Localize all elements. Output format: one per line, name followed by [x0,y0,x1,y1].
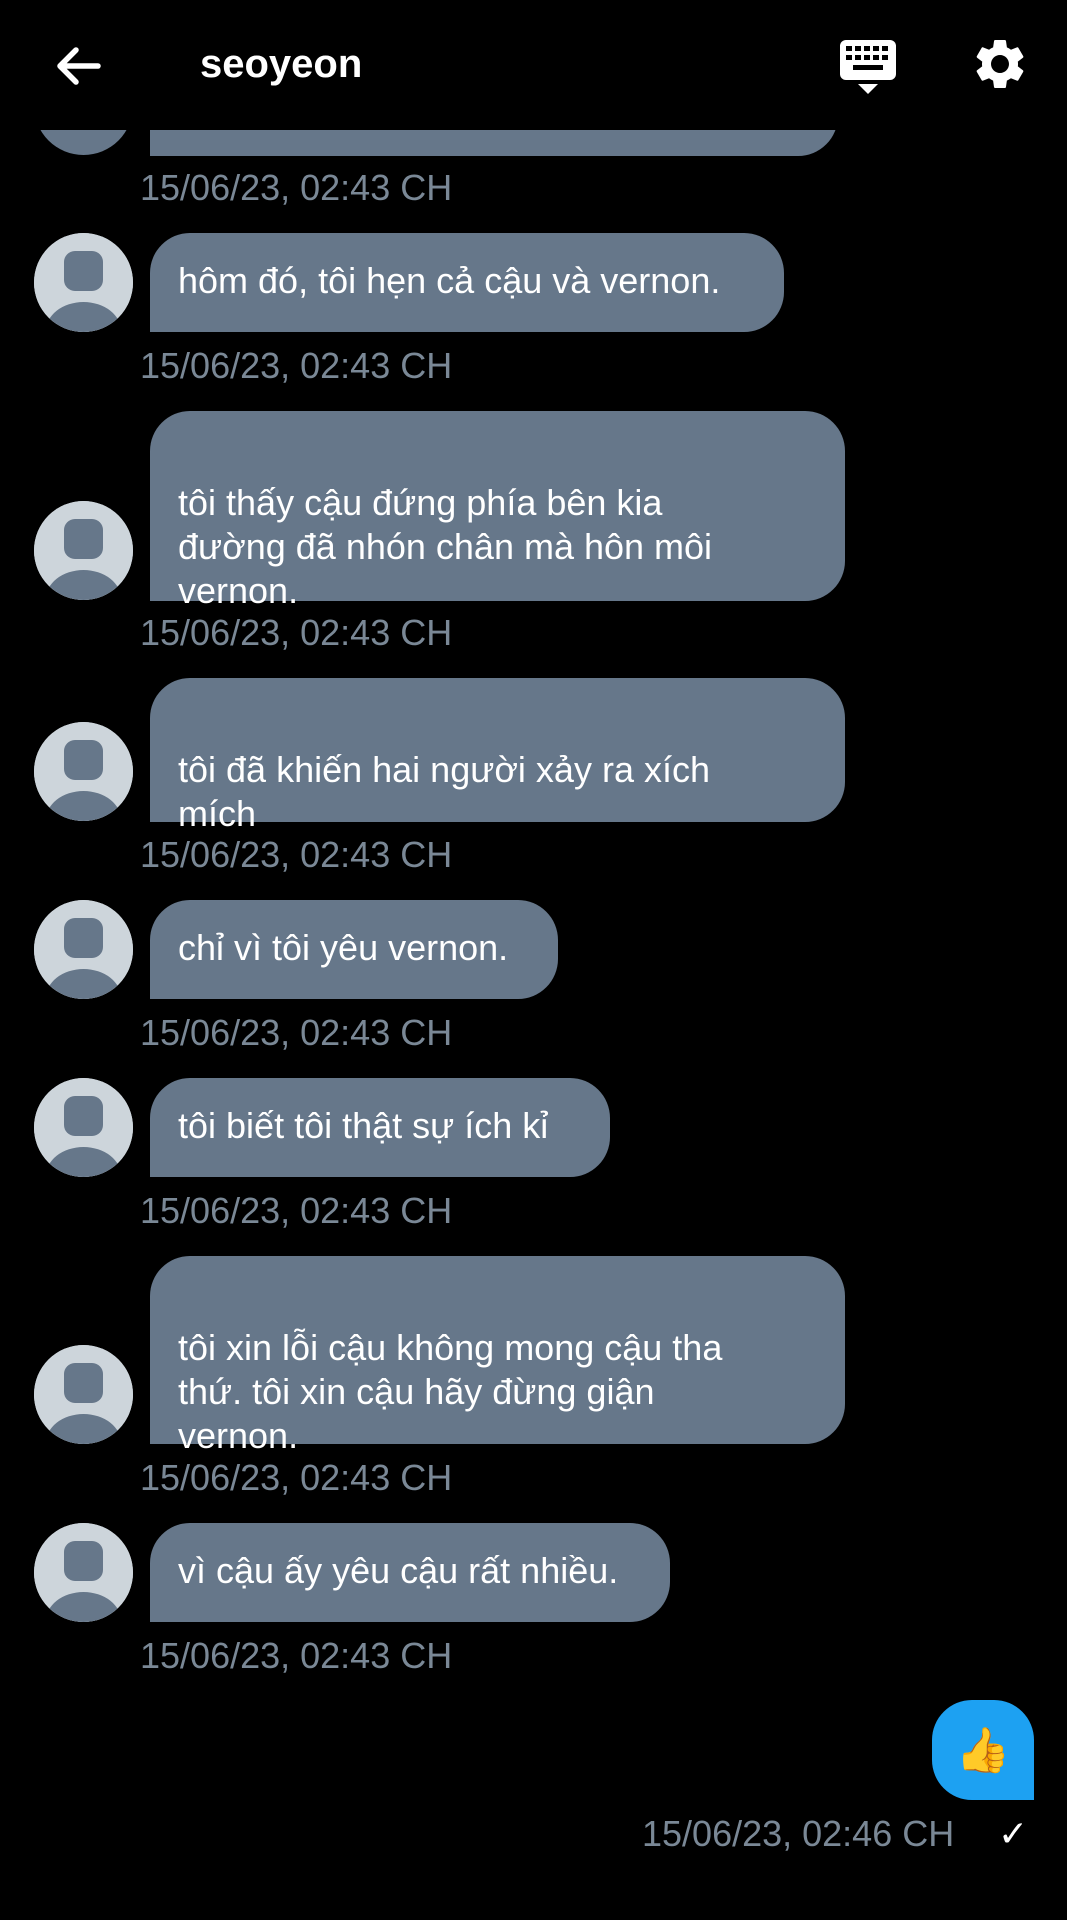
settings-button[interactable] [964,28,1036,100]
message-text: chỉ vì tôi yêu vernon. [178,927,509,968]
message-timestamp: 15/06/23, 02:43 CH [140,1457,453,1498]
message-text: tôi đã khiến hai người xảy ra xích mích [178,749,710,834]
message-timestamp: 15/06/23, 02:43 CH [140,345,453,386]
user-placeholder-icon [34,501,133,600]
sent-message-bubble[interactable]: 👍 [932,1700,1034,1800]
user-placeholder-icon [34,722,133,821]
message-bubble[interactable]: chỉ vì tôi yêu vernon. [150,900,558,999]
message-text: tôi biết tôi thật sự ích kỉ [178,1105,549,1146]
user-placeholder-icon [34,900,133,999]
message-bubble[interactable]: vì cậu ấy yêu cậu rất nhiều. [150,1523,670,1622]
message-timestamp: 15/06/23, 02:43 CH [140,1190,453,1231]
avatar[interactable] [34,501,133,600]
user-placeholder-icon [34,233,133,332]
message-timestamp: 15/06/23, 02:43 CH [140,1012,453,1053]
message-bubble[interactable]: tôi thấy cậu đứng phía bên kia đường đã … [150,411,845,611]
user-placeholder-icon [34,1523,133,1622]
back-button[interactable] [42,30,114,102]
gear-icon [976,39,1024,88]
message-bubble[interactable]: hôm đó, tôi hẹn cả cậu và vernon. [150,233,784,332]
message-timestamp: 15/06/23, 02:43 CH [140,167,453,208]
avatar[interactable] [34,233,133,332]
keyboard-button[interactable] [832,30,904,102]
thumbs-up-emoji: 👍 [955,1726,1011,1775]
sent-check-icon: ✓ [998,1813,1029,1854]
sent-message-timestamp: 15/06/23, 02:46 CH [642,1813,955,1854]
user-placeholder-icon [34,1345,133,1444]
message-list[interactable]: 15/06/23, 02:43 CH hôm đó, tôi hẹn cả cậ… [0,0,1067,1920]
avatar[interactable] [34,900,133,999]
conversation-header: seoyeon [0,0,1067,130]
message-text: tôi xin lỗi cậu không mong cậu tha thứ. … [178,1327,723,1456]
avatar[interactable] [34,1078,133,1177]
user-placeholder-icon [34,1078,133,1177]
message-bubble[interactable]: tôi biết tôi thật sự ích kỉ [150,1078,610,1177]
message-text: hôm đó, tôi hẹn cả cậu và vernon. [178,260,721,301]
keyboard-icon [840,40,896,94]
message-timestamp: 15/06/23, 02:43 CH [140,834,453,875]
avatar[interactable] [34,722,133,821]
message-bubble[interactable]: tôi đã khiến hai người xảy ra xích mích [150,678,845,834]
message-timestamp: 15/06/23, 02:43 CH [140,612,453,653]
avatar[interactable] [34,1523,133,1622]
conversation-title: seoyeon [200,42,363,86]
message-text: vì cậu ấy yêu cậu rất nhiều. [178,1550,619,1591]
message-text: tôi thấy cậu đứng phía bên kia đường đã … [178,482,713,611]
message-bubble[interactable]: tôi xin lỗi cậu không mong cậu tha thứ. … [150,1256,845,1456]
message-timestamp: 15/06/23, 02:43 CH [140,1635,453,1676]
avatar[interactable] [34,1345,133,1444]
arrow-left-icon [57,47,101,85]
